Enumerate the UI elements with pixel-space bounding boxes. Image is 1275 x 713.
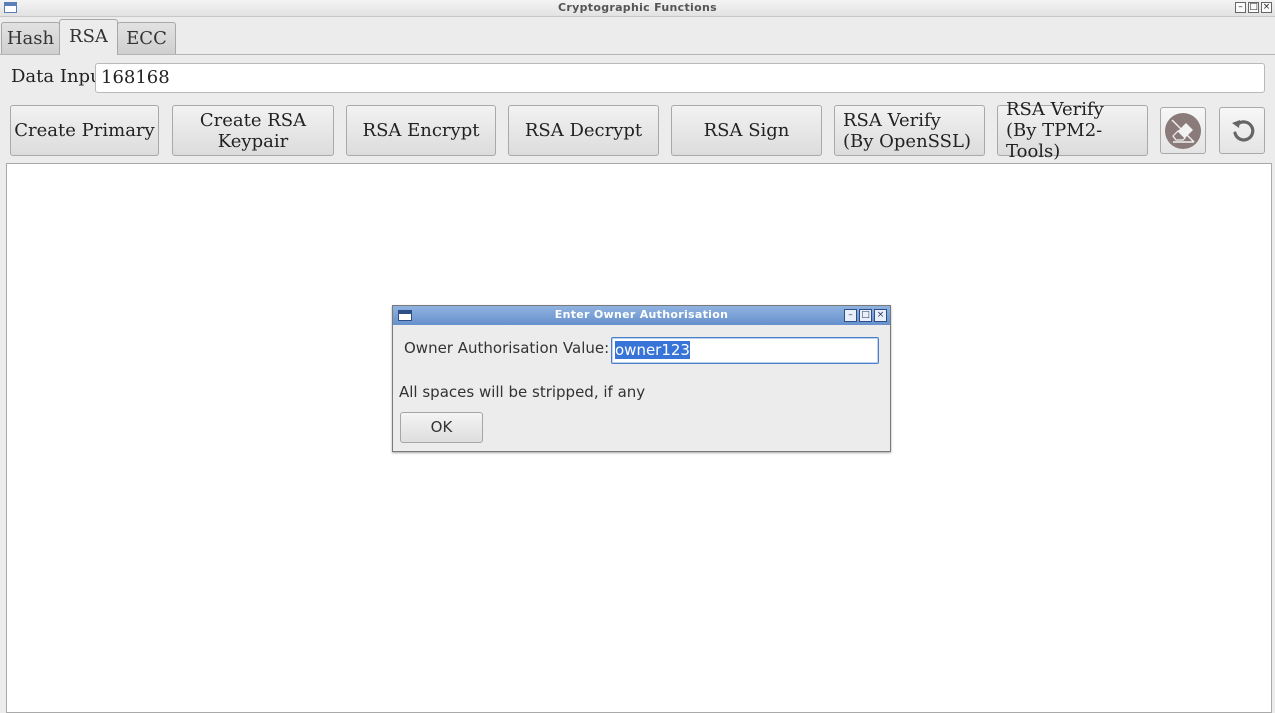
owner-auth-value: owner123 xyxy=(615,341,690,359)
rsa-verify-openssl-line2: (By OpenSSL) xyxy=(843,130,971,152)
dialog-maximize-button[interactable]: □ xyxy=(859,309,872,322)
tab-hash[interactable]: Hash xyxy=(1,22,60,54)
dialog-titlebar[interactable]: Enter Owner Authorisation – □ × xyxy=(393,306,890,325)
ok-button[interactable]: OK xyxy=(400,412,483,443)
window-titlebar[interactable]: Cryptographic Functions – □ × xyxy=(0,0,1275,17)
rsa-verify-tpm-line2: (By TPM2-Tools) xyxy=(1006,120,1103,162)
dialog-title: Enter Owner Authorisation xyxy=(554,308,729,321)
tab-ecc[interactable]: ECC xyxy=(117,22,176,54)
dialog-close-button[interactable]: × xyxy=(874,309,887,322)
owner-auth-label: Owner Authorisation Value: xyxy=(404,339,610,357)
undo-icon xyxy=(1232,119,1255,142)
dialog-minimize-button[interactable]: – xyxy=(844,309,857,322)
spaces-note: All spaces will be stripped, if any xyxy=(399,383,646,401)
tab-bar: Hash RSA ECC xyxy=(0,18,1275,55)
window-title: Cryptographic Functions xyxy=(558,1,717,14)
rsa-sign-button[interactable]: RSA Sign xyxy=(671,105,822,156)
rsa-verify-tpm-line1: RSA Verify xyxy=(1006,99,1104,120)
reset-button[interactable] xyxy=(1219,107,1265,154)
close-button[interactable]: × xyxy=(1261,2,1272,13)
create-primary-button[interactable]: Create Primary xyxy=(10,105,159,156)
rsa-encrypt-button[interactable]: RSA Encrypt xyxy=(346,105,496,156)
owner-auth-dialog: Enter Owner Authorisation – □ × Owner Au… xyxy=(392,305,891,452)
rsa-verify-tpm-button[interactable]: RSA Verify (By TPM2-Tools) xyxy=(997,99,1148,162)
rsa-verify-openssl-line1: RSA Verify xyxy=(843,109,941,131)
data-input-field[interactable]: 168168 xyxy=(95,63,1265,93)
minimize-button[interactable]: – xyxy=(1235,2,1246,13)
maximize-button[interactable]: □ xyxy=(1248,2,1259,13)
tab-divider xyxy=(0,54,1275,55)
tab-rsa[interactable]: RSA xyxy=(59,19,118,55)
eraser-icon xyxy=(1165,112,1201,149)
owner-auth-input[interactable]: owner123 xyxy=(611,337,879,364)
rsa-decrypt-button[interactable]: RSA Decrypt xyxy=(508,105,659,156)
create-rsa-keypair-button[interactable]: Create RSA Keypair xyxy=(172,105,334,156)
clear-output-button[interactable] xyxy=(1160,107,1206,154)
rsa-verify-openssl-button[interactable]: RSA Verify (By OpenSSL) xyxy=(834,105,985,156)
